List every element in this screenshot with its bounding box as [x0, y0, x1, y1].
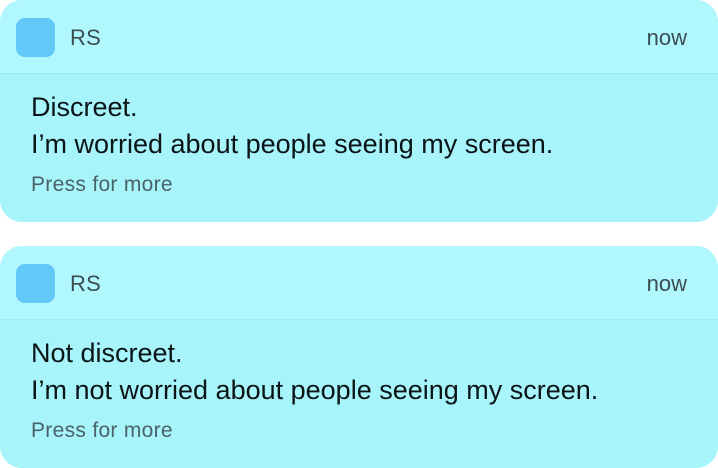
- notification-message: I’m worried about people seeing my scree…: [31, 129, 554, 159]
- app-name: RS: [70, 271, 101, 296]
- notification-message: I’m not worried about people seeing my s…: [31, 375, 599, 405]
- press-for-more-hint: Press for more: [31, 173, 173, 196]
- notification-body: Not discreet. I’m not worried about peop…: [0, 320, 718, 468]
- notification-header: RS now: [0, 0, 718, 74]
- notification-title: Not discreet.: [31, 338, 183, 368]
- notification-card[interactable]: RS now Not discreet. I’m not worried abo…: [0, 246, 718, 468]
- app-icon: [16, 18, 55, 57]
- notification-time: now: [646, 271, 687, 296]
- notification-title: Discreet.: [31, 92, 138, 122]
- notification-stack: RS now Discreet. I’m worried about peopl…: [0, 0, 718, 468]
- app-name: RS: [70, 25, 101, 50]
- app-icon: [16, 264, 55, 303]
- notification-body: Discreet. I’m worried about people seein…: [0, 74, 718, 222]
- press-for-more-hint: Press for more: [31, 419, 173, 442]
- notification-time: now: [646, 25, 687, 50]
- notification-card[interactable]: RS now Discreet. I’m worried about peopl…: [0, 0, 718, 222]
- notification-header: RS now: [0, 246, 718, 320]
